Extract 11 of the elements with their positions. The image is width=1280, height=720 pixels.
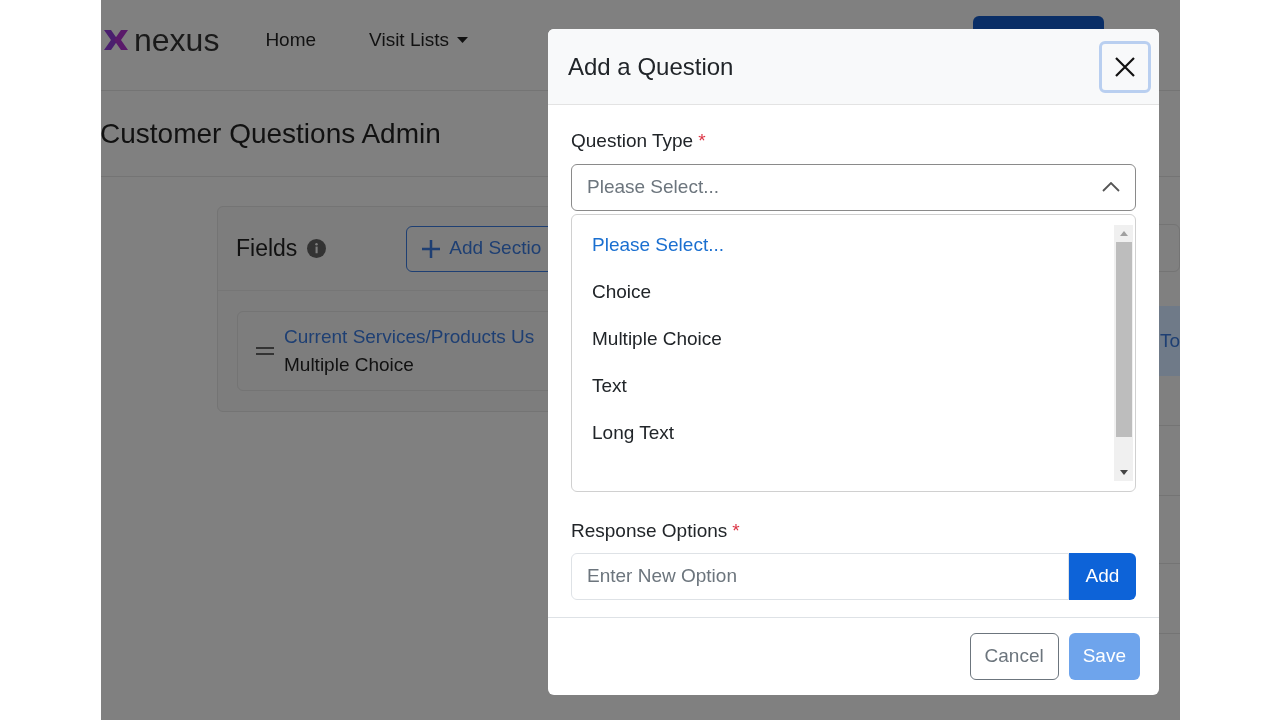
label-text: Question Type xyxy=(571,129,694,153)
select-value: Please Select... xyxy=(587,174,720,199)
modal-title: Add a Question xyxy=(568,51,734,82)
table-cell-text: To xyxy=(1160,328,1180,353)
page-title: Customer Questions Admin xyxy=(101,116,441,151)
logo-text: nexus xyxy=(134,24,220,56)
field-type: Multiple Choice xyxy=(284,353,415,377)
required-mark: * xyxy=(698,129,706,153)
required-mark: * xyxy=(732,518,740,543)
card-title: Fields xyxy=(236,234,298,264)
label-text: Response Options xyxy=(571,518,728,543)
